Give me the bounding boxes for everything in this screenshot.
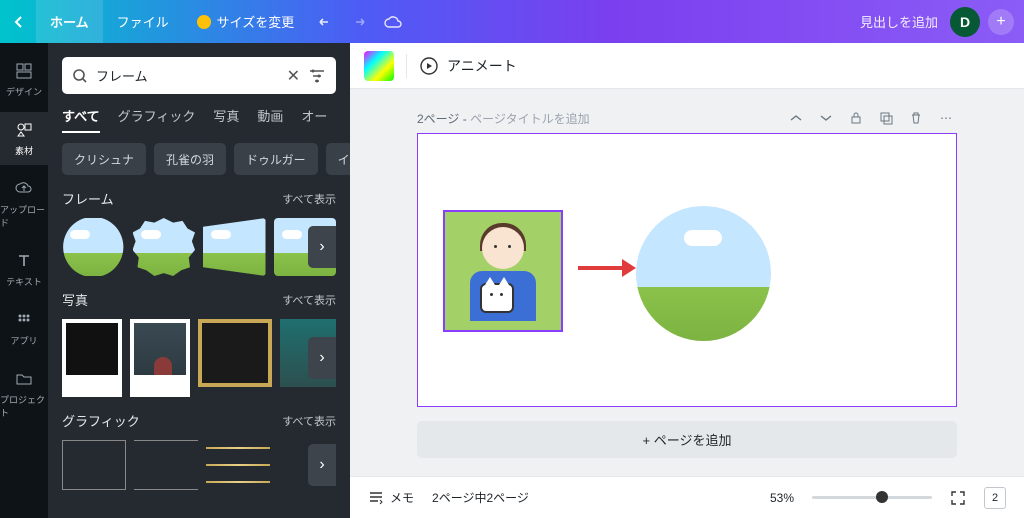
rail-apps[interactable]: アプリ — [0, 302, 48, 355]
back-button[interactable] — [0, 16, 36, 28]
rail-upload[interactable]: アップロード — [0, 171, 48, 237]
upload-icon — [14, 179, 34, 199]
see-all-photos[interactable]: すべて表示 — [282, 292, 336, 308]
share-button[interactable]: + — [988, 9, 1014, 35]
scroll-right-frames[interactable]: › — [308, 226, 336, 268]
pages-grid-button[interactable]: 2 — [984, 487, 1006, 509]
rail-project[interactable]: プロジェクト — [0, 361, 48, 427]
add-page-button[interactable]: + ページを追加 — [417, 421, 957, 458]
graphic-2[interactable] — [134, 440, 198, 490]
tab-all[interactable]: すべて — [62, 106, 100, 132]
photo-3[interactable] — [198, 319, 273, 387]
zoom-slider[interactable] — [812, 496, 932, 499]
graphic-1[interactable] — [62, 440, 126, 490]
resize-label: サイズを変更 — [217, 12, 295, 31]
rail-label: アップロード — [0, 203, 48, 229]
home-tab[interactable]: ホーム — [36, 0, 103, 43]
zoom-value[interactable]: 53% — [770, 491, 794, 505]
document-title[interactable]: 見出しを追加 — [860, 12, 938, 31]
file-menu[interactable]: ファイル — [103, 0, 183, 43]
selected-image[interactable] — [443, 210, 563, 332]
tab-audio[interactable]: オー — [301, 106, 327, 132]
elements-icon — [14, 120, 34, 140]
chip-3[interactable]: ドゥルガー — [234, 143, 318, 175]
photo-1[interactable] — [62, 319, 122, 397]
photo-2[interactable] — [130, 319, 190, 397]
tab-photos[interactable]: 写真 — [213, 106, 239, 132]
notes-label: メモ — [390, 489, 414, 506]
more-icon[interactable]: ⋯ — [935, 107, 957, 129]
avatar[interactable]: D — [950, 7, 980, 37]
animate-label: アニメート — [447, 56, 517, 76]
arrow-annotation — [578, 266, 628, 270]
apps-icon — [14, 310, 34, 330]
chip-1[interactable]: クリシュナ — [62, 143, 146, 175]
folder-icon — [14, 369, 34, 389]
frame-trapezoid[interactable] — [203, 218, 266, 276]
page-title-input[interactable]: ページタイトルを追加 — [470, 112, 590, 126]
page-number: 2ページ - — [417, 112, 470, 126]
page-indicator: 2ページ中2ページ — [432, 489, 529, 506]
rail-label: アプリ — [10, 334, 37, 347]
circle-frame-on-canvas[interactable] — [636, 206, 771, 341]
delete-icon[interactable] — [905, 107, 927, 129]
rail-text[interactable]: テキスト — [0, 243, 48, 296]
duplicate-icon[interactable] — [875, 107, 897, 129]
rail-elements[interactable]: 素材 — [0, 112, 48, 165]
cloud-sync-icon[interactable] — [376, 15, 410, 29]
color-picker[interactable] — [364, 51, 394, 81]
animate-button[interactable]: アニメート — [419, 56, 517, 76]
section-graphics-title: グラフィック — [62, 411, 140, 430]
rail-label: デザイン — [6, 85, 42, 98]
undo-button[interactable] — [308, 15, 342, 29]
frame-blob[interactable] — [133, 218, 196, 276]
templates-icon — [14, 61, 34, 81]
crown-icon — [197, 15, 211, 29]
redo-button[interactable] — [342, 15, 376, 29]
text-icon — [14, 251, 34, 271]
rail-label: テキスト — [6, 275, 42, 288]
filter-icon[interactable] — [308, 68, 326, 84]
search-icon — [72, 68, 88, 84]
chip-4[interactable]: イン — [326, 143, 350, 175]
animate-icon — [419, 56, 439, 76]
tab-graphics[interactable]: グラフィック — [118, 106, 196, 132]
page-up[interactable] — [785, 107, 807, 129]
resize-button[interactable]: サイズを変更 — [183, 0, 309, 43]
graphic-3[interactable] — [206, 440, 270, 490]
fullscreen-icon[interactable] — [950, 490, 966, 506]
rail-label: 素材 — [15, 144, 33, 157]
section-frames-title: フレーム — [62, 189, 114, 208]
section-photos-title: 写真 — [62, 290, 88, 309]
scroll-right-photos[interactable]: › — [308, 337, 336, 379]
tab-videos[interactable]: 動画 — [257, 106, 283, 132]
see-all-graphics[interactable]: すべて表示 — [282, 413, 336, 429]
lock-icon[interactable] — [845, 107, 867, 129]
rail-design[interactable]: デザイン — [0, 53, 48, 106]
see-all-frames[interactable]: すべて表示 — [282, 191, 336, 207]
canvas-page[interactable] — [417, 133, 957, 407]
page-down[interactable] — [815, 107, 837, 129]
search-input[interactable] — [96, 68, 279, 83]
scroll-right-graphics[interactable]: › — [308, 444, 336, 486]
chip-2[interactable]: 孔雀の羽 — [154, 143, 226, 175]
clear-search-icon[interactable]: ✕ — [287, 66, 300, 86]
rail-label: プロジェクト — [0, 393, 48, 419]
frame-circle[interactable] — [62, 218, 125, 276]
notes-icon[interactable]: メモ — [368, 489, 414, 506]
